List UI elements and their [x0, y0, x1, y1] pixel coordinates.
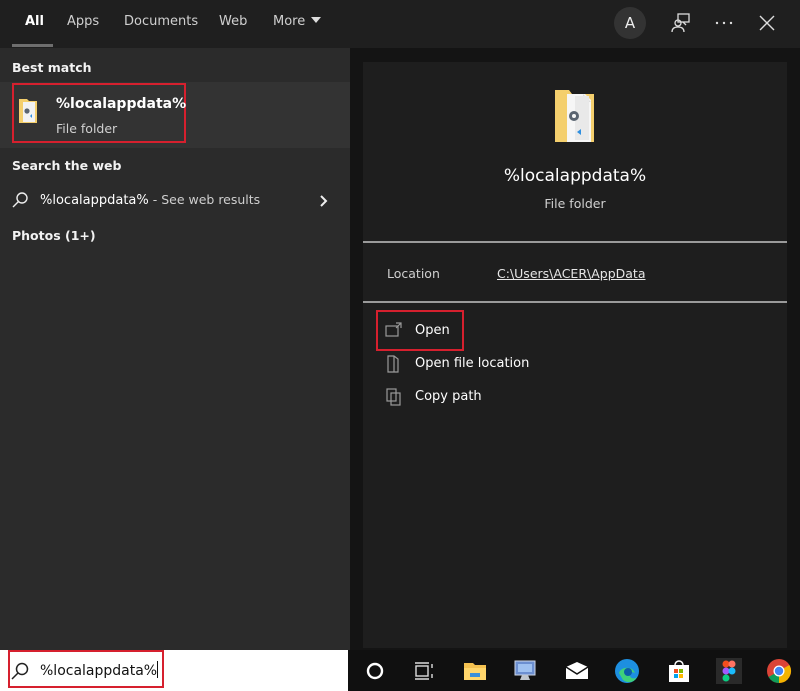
open-file-location-label: Open file location: [415, 356, 530, 371]
avatar[interactable]: A: [614, 7, 646, 39]
open-button[interactable]: Open: [385, 318, 635, 346]
more-options-icon[interactable]: [713, 12, 735, 34]
best-match-subtitle: File folder: [56, 121, 118, 136]
open-file-location-button[interactable]: Open file location: [385, 351, 635, 379]
chrome-icon[interactable]: [766, 658, 792, 684]
remote-desktop-icon[interactable]: [512, 658, 538, 684]
web-result-suffix: - See web results: [148, 192, 261, 207]
tab-documents[interactable]: Documents: [124, 14, 198, 29]
chevron-down-icon: [311, 17, 322, 23]
location-label: Location: [387, 266, 440, 281]
open-icon: [385, 322, 402, 337]
copy-icon: [386, 388, 401, 406]
task-view-icon[interactable]: [411, 658, 437, 684]
chevron-right-icon[interactable]: [318, 193, 330, 212]
tab-web[interactable]: Web: [219, 14, 247, 29]
mail-icon[interactable]: [564, 658, 590, 684]
tab-more-label: More: [273, 14, 306, 29]
edge-icon[interactable]: [614, 658, 640, 684]
location-link[interactable]: C:\Users\ACER\AppData: [497, 266, 646, 281]
folder-icon: [17, 96, 39, 130]
open-label: Open: [415, 323, 450, 338]
divider: [363, 301, 787, 303]
search-web-heading: Search the web: [12, 158, 122, 173]
web-result-query: %localappdata%: [40, 193, 149, 208]
file-explorer-icon[interactable]: [462, 658, 488, 684]
figma-icon[interactable]: [716, 658, 742, 684]
preview-subtitle: File folder: [544, 196, 606, 211]
file-location-icon: [387, 355, 399, 373]
copy-path-button[interactable]: Copy path: [385, 384, 635, 412]
feedback-icon[interactable]: [670, 12, 692, 34]
web-result-text: %localappdata% - See web results: [40, 192, 260, 208]
highlight-box: [8, 650, 164, 688]
folder-large-icon: [553, 88, 597, 150]
best-match-title: %localappdata%: [56, 96, 187, 112]
tab-all[interactable]: All: [25, 14, 44, 29]
copy-path-label: Copy path: [415, 389, 482, 404]
divider: [363, 241, 787, 243]
preview-title: %localappdata%: [503, 166, 647, 186]
photos-heading[interactable]: Photos (1+): [12, 228, 96, 243]
cortana-icon[interactable]: [362, 658, 388, 684]
search-icon: [11, 191, 29, 213]
store-icon[interactable]: [666, 658, 692, 684]
tab-apps[interactable]: Apps: [67, 14, 99, 29]
tab-more[interactable]: More: [273, 14, 322, 29]
close-icon[interactable]: [756, 12, 778, 34]
active-tab-indicator: [12, 44, 53, 47]
best-match-heading: Best match: [12, 60, 92, 75]
